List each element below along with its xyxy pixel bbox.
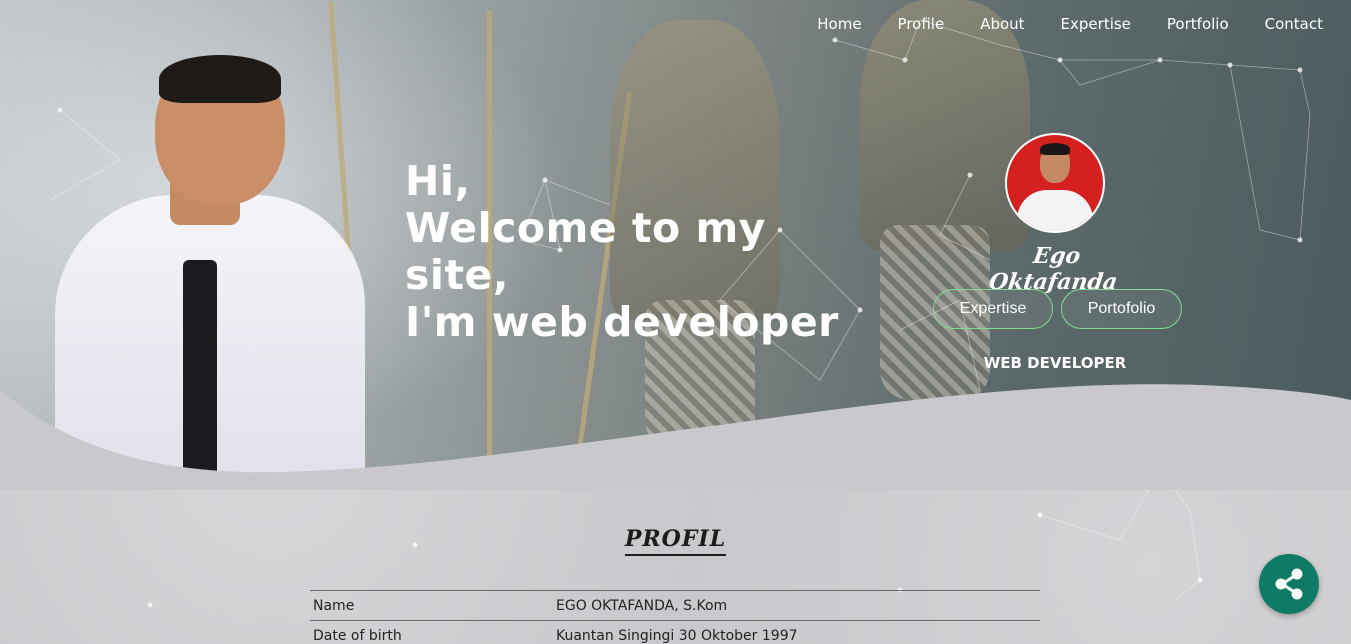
main-nav: Home Profile About Expertise Portfolio C… xyxy=(781,15,1323,33)
hero-wave-divider xyxy=(0,384,1351,490)
row-value: Kuantan Singingi 30 Oktober 1997 xyxy=(556,627,798,644)
row-value: EGO OKTAFANDA, S.Kom xyxy=(556,597,728,614)
avatar-hair xyxy=(1040,143,1070,155)
role-label: WEB DEVELOPER xyxy=(983,354,1127,372)
dried-plant xyxy=(860,0,1030,250)
avatar xyxy=(1005,133,1105,233)
expertise-button[interactable]: Expertise xyxy=(933,289,1053,329)
share-button[interactable] xyxy=(1259,554,1319,614)
nav-expertise[interactable]: Expertise xyxy=(1061,15,1131,33)
nav-portfolio[interactable]: Portfolio xyxy=(1167,15,1229,33)
headline-line: I'm web developer xyxy=(405,298,839,346)
headline-line: Welcome to my xyxy=(405,204,766,252)
nav-home[interactable]: Home xyxy=(817,15,861,33)
portrait-hair xyxy=(159,55,281,103)
row-key: Date of birth xyxy=(313,627,402,644)
nav-contact[interactable]: Contact xyxy=(1265,15,1323,33)
table-row: Date of birth Kuantan Singingi 30 Oktobe… xyxy=(310,621,1040,644)
portfolio-button[interactable]: Portofolio xyxy=(1061,289,1182,329)
page: Home Profile About Expertise Portfolio C… xyxy=(0,0,1351,644)
row-key: Name xyxy=(313,597,355,614)
signature: Ego Oktafanda xyxy=(987,243,1120,295)
profile-table: Name EGO OKTAFANDA, S.Kom Date of birth … xyxy=(310,590,1040,644)
nav-about[interactable]: About xyxy=(980,15,1024,33)
avatar-shirt xyxy=(1017,190,1093,231)
hero-headline: Hi, Welcome to my site, I'm web develope… xyxy=(405,158,875,346)
table-row: Name EGO OKTAFANDA, S.Kom xyxy=(310,591,1040,621)
section-title-text: PROFIL xyxy=(624,526,727,556)
nav-profile[interactable]: Profile xyxy=(898,15,945,33)
share-icon xyxy=(1275,568,1303,600)
section-title: PROFIL xyxy=(0,526,1351,556)
headline-line: Hi, xyxy=(405,157,471,205)
headline-line: site, xyxy=(405,251,509,299)
